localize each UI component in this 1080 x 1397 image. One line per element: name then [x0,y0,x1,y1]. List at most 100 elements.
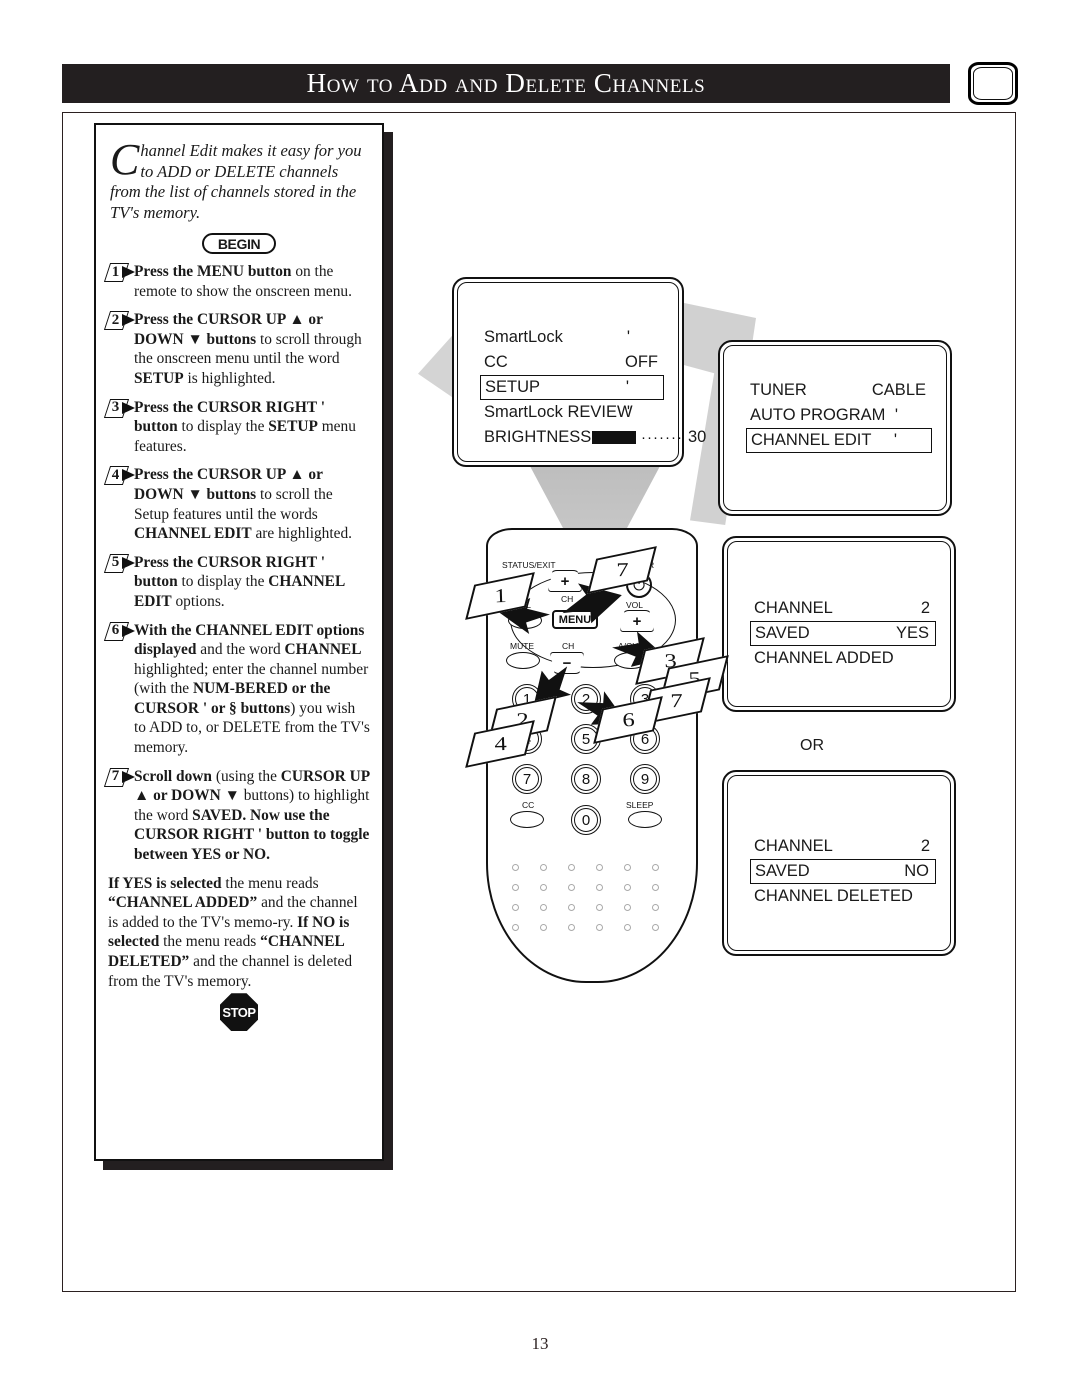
mute-button[interactable] [506,652,540,669]
callout-7-top-label: 7 [615,558,629,581]
label-ch-top: CH [561,594,574,604]
menu-row-smartlock-review[interactable]: SmartLock REVIEW ' [480,400,664,425]
menu-row-channel-edit[interactable]: CHANNEL EDIT ' [746,428,932,453]
intro-line-1: hannel Edit makes it easy for you [140,141,362,160]
plus-icon: + [560,572,570,590]
menu-row-status-deleted: CHANNEL DELETED [750,884,936,909]
intro-line-2: to ADD or DELETE channels [140,161,339,181]
begin-label: BEGIN [217,235,261,252]
channel-up-button[interactable]: + [548,570,582,592]
step-2-tail-rest: is highlighted. [183,369,276,387]
main-menu-list: SmartLock ' CC OFF SETUP ' SmartLock REV… [480,325,706,450]
callout-4-label: 4 [493,732,507,755]
menu-label-channel-deleted: CHANNEL [754,837,833,855]
screen-setup-menu-inner: TUNER CABLE AUTO PROGRAM ' CHANNEL EDIT … [723,345,947,511]
menu-row-brightness[interactable]: BRIGHTNESS ······· 30 [480,425,706,450]
keypad-8[interactable]: 8 [571,764,601,794]
menu-label-smartlock-review: SmartLock REVIEW [484,403,633,421]
page-number: 13 [531,1334,549,1353]
step-3-number: 3 [105,399,139,418]
menu-label-cc: CC [484,353,508,371]
menu-label-setup: SETUP [485,378,541,396]
begin-badge: BEGIN [202,233,276,254]
intro-paragraph: Channel Edit makes it easy for you to AD… [110,138,368,223]
step-6-tail-bold: CHANNEL [284,641,362,659]
step-7-rest: (using the [211,767,281,785]
keypad-0-label: 0 [574,808,598,832]
menu-row-setup[interactable]: SETUP ' [480,375,664,400]
step-1-number: 1 [105,263,139,282]
step-2-tail-bold: SETUP [134,369,184,387]
brightness-bar-fill [592,431,636,444]
menu-label-status-added: CHANNEL ADDED [754,649,894,667]
menu-row-smartlock[interactable]: SmartLock ' [480,325,664,350]
step-5-number: 5 [105,554,139,573]
brightness-slider[interactable]: ······· 30 [592,428,706,447]
menu-button-label: MENU [558,613,592,626]
screen-main-menu: SmartLock ' CC OFF SETUP ' SmartLock REV… [452,277,706,467]
closed-caption-button[interactable] [510,811,544,828]
step-6-number: 6 [105,622,139,641]
menu-row-auto-program[interactable]: AUTO PROGRAM ' [746,403,932,428]
menu-value-saved-yes: YES [895,624,929,642]
menu-row-channel-number-deleted[interactable]: CHANNEL 2 [750,834,936,859]
keypad-7[interactable]: 7 [512,764,542,794]
result-bold-1: If YES is selected [108,874,222,892]
menu-value-smartlock-review: ' [626,403,630,421]
channel-added-list: CHANNEL 2 SAVED YES CHANNEL ADDED [750,596,936,671]
step-7-bold-3: SAVED. [192,806,247,824]
step-4: 4 Press the CURSOR UP ▲ or DOWN ▼ button… [108,465,370,543]
label-ch-bottom: CH [562,641,575,651]
channel-down-button[interactable]: − [550,652,584,674]
menu-label-channel-edit: CHANNEL EDIT [751,431,872,449]
keypad-8-label: 8 [574,767,598,791]
label-mute: MUTE [510,641,535,651]
plus-icon-vol: + [632,612,642,630]
label-cc: CC [522,800,535,810]
menu-label-status-deleted: CHANNEL DELETED [754,887,913,905]
step-6-rest: and the word [196,641,285,659]
step-5-tail-rest: options. [171,592,225,610]
keypad-7-label: 7 [515,767,539,791]
step-3: 3 Press the CURSOR RIGHT ' button to dis… [108,398,370,457]
step-4-tail-bold: CHANNEL EDIT [134,525,252,543]
menu-label-brightness: BRIGHTNESS [484,428,592,446]
callout-6-label: 6 [621,708,635,731]
volume-up-button[interactable]: + [620,610,654,632]
menu-label-saved-no: SAVED [755,862,810,880]
keypad-9[interactable]: 9 [630,764,660,794]
step-4-tail-rest: are highlighted. [251,525,353,543]
setup-menu-list: TUNER CABLE AUTO PROGRAM ' CHANNEL EDIT … [746,378,932,453]
menu-row-saved-no[interactable]: SAVED NO [750,859,936,884]
sleep-button[interactable] [628,811,662,828]
menu-label-smartlock: SmartLock [484,328,563,346]
step-6: 6 With the CHANNEL EDIT options displaye… [108,621,370,758]
step-5-rest: to display the [177,573,269,591]
brightness-value: 30 [687,428,707,446]
step-2: 2 Press the CURSOR UP ▲ or DOWN ▼ button… [108,310,370,388]
menu-value-channel-added: 2 [920,599,930,617]
menu-row-cc[interactable]: CC OFF [480,350,664,375]
callout-1-label: 1 [493,584,507,607]
screen-channel-added-inner: CHANNEL 2 SAVED YES CHANNEL ADDED [727,541,951,707]
menu-value-channel-deleted: 2 [920,837,930,855]
menu-value-auto-program: ' [894,406,898,424]
menu-row-saved-yes[interactable]: SAVED YES [750,621,936,646]
minus-icon: − [562,654,572,672]
menu-label-auto-program: AUTO PROGRAM [750,406,886,424]
result-paragraph: If YES is selected the menu reads “CHANN… [108,874,370,992]
menu-value-tuner: CABLE [871,381,926,399]
tv-screen-icon [968,62,1018,105]
menu-row-tuner[interactable]: TUNER CABLE [746,378,932,403]
step-3-rest: to display the [177,418,269,436]
menu-value-setup: ' [625,378,629,396]
instruction-panel: Channel Edit makes it easy for you to AD… [94,123,384,1161]
step-3-tail-bold: SETUP [268,418,318,436]
menu-row-status-added: CHANNEL ADDED [750,646,936,671]
keypad-0[interactable]: 0 [571,805,601,835]
menu-row-channel-number-added[interactable]: CHANNEL 2 [750,596,936,621]
or-separator-label: OR [800,737,824,754]
step-4-number: 4 [105,466,139,485]
step-7: 7 Scroll down (using the CURSOR UP ▲ or … [108,767,370,865]
label-vol-right: VOL [626,600,644,610]
